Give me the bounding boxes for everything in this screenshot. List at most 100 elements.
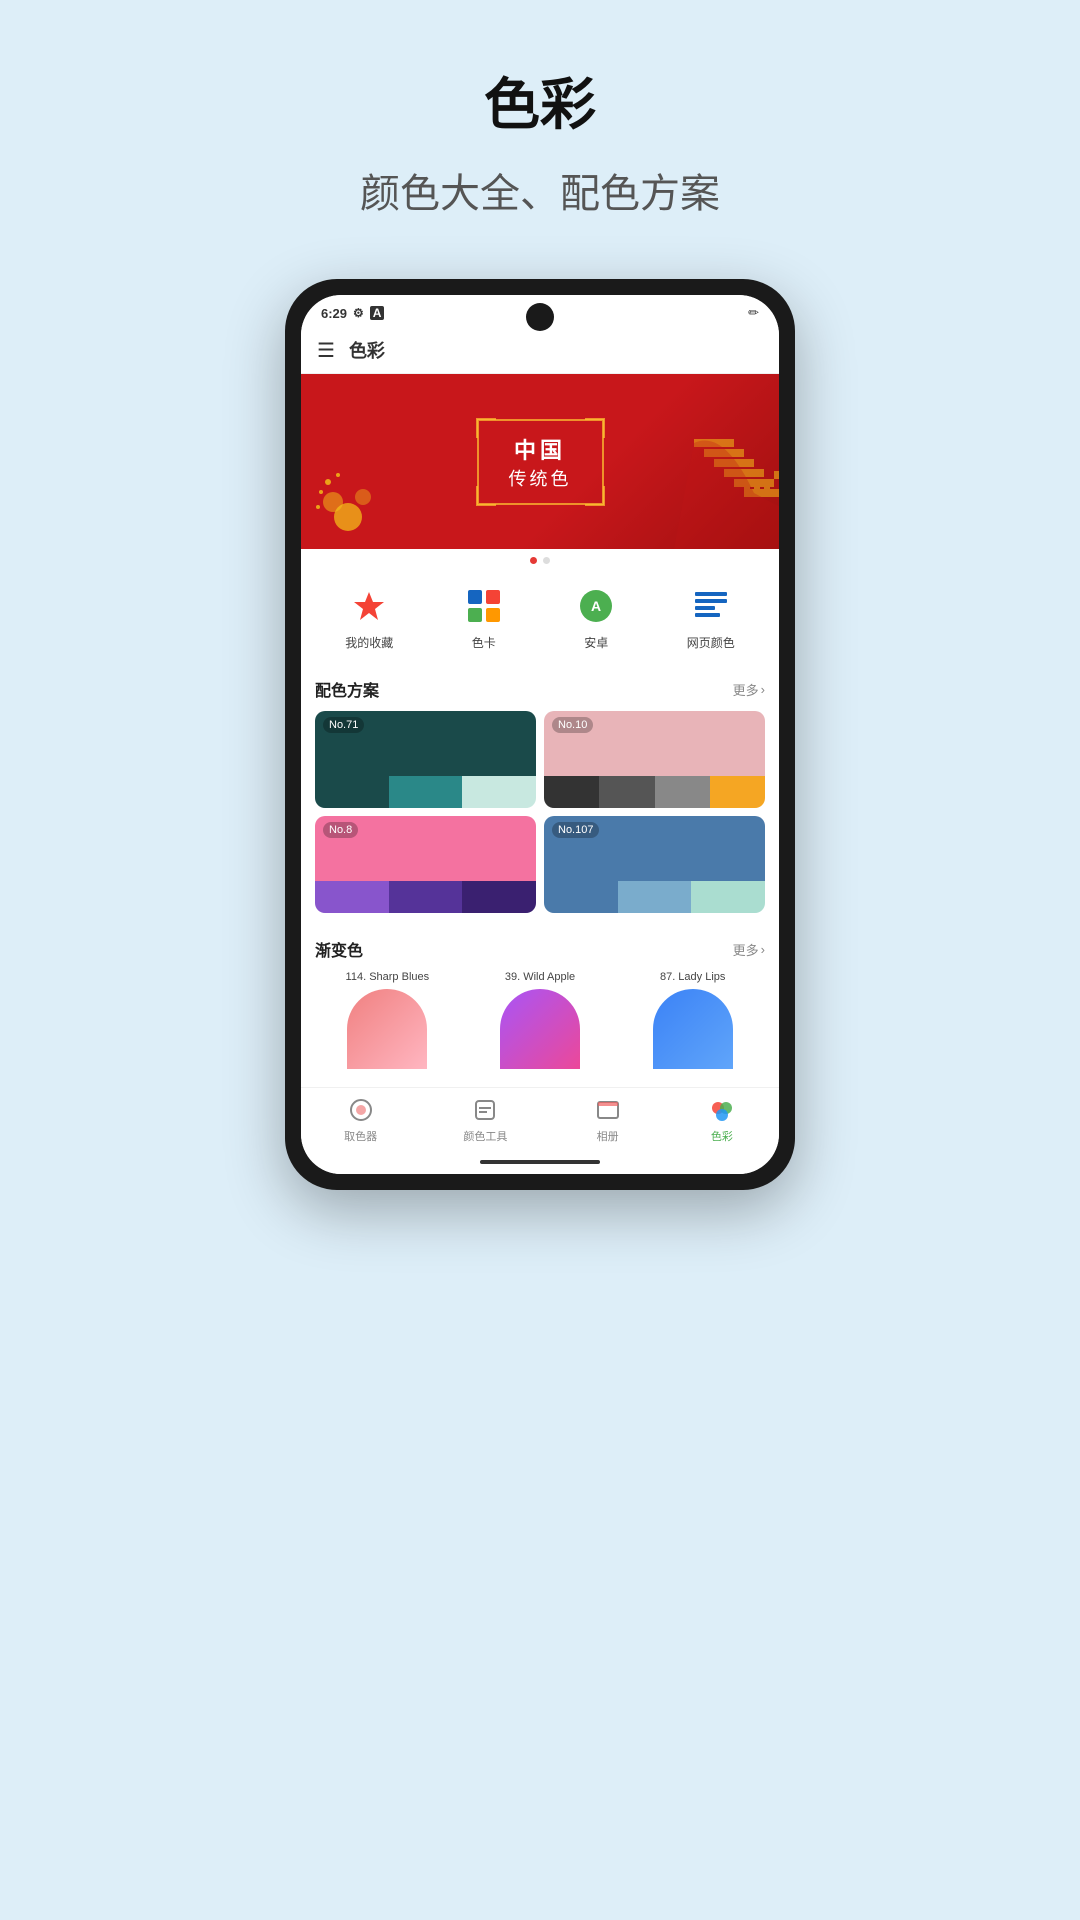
palette-swatch bbox=[710, 776, 765, 808]
favorites-label: 我的收藏 bbox=[345, 634, 393, 651]
page-subtitle: 颜色大全、配色方案 bbox=[360, 161, 720, 219]
chevron-right-icon-2: › bbox=[761, 942, 765, 957]
gradient-section-header: 渐变色 更多 › bbox=[315, 937, 765, 961]
palette-swatch bbox=[315, 776, 389, 808]
favorites-icon bbox=[347, 584, 391, 628]
color-card-label: 色卡 bbox=[472, 634, 496, 651]
palette-section: 配色方案 更多 › No.71 bbox=[301, 671, 779, 923]
color-card-icon bbox=[462, 584, 506, 628]
phone-frame: 6:29 ⚙ A ✏ ☰ 色彩 bbox=[285, 279, 795, 1190]
gradient-item-87[interactable]: 87. Lady Lips bbox=[620, 971, 765, 1069]
palette-card-8[interactable]: No.8 bbox=[315, 816, 536, 913]
palette-card-10-bottom bbox=[544, 776, 765, 808]
palette-swatch bbox=[389, 881, 463, 913]
gradient-items: 114. Sharp Blues 39. Wild Apple 87. Lady… bbox=[315, 971, 765, 1069]
notch bbox=[526, 303, 554, 331]
status-right: ✏ bbox=[748, 305, 759, 321]
palette-card-10[interactable]: No.10 bbox=[544, 711, 765, 808]
a-icon: A bbox=[370, 306, 385, 320]
palette-grid: No.71 No.10 bbox=[315, 711, 765, 913]
gradient-39-name: 39. Wild Apple bbox=[505, 971, 575, 983]
palette-swatch bbox=[691, 881, 765, 913]
color-picker-nav-icon bbox=[347, 1096, 375, 1124]
album-nav-icon bbox=[594, 1096, 622, 1124]
nav-label-colors: 色彩 bbox=[711, 1128, 733, 1144]
status-bar: 6:29 ⚙ A ✏ bbox=[301, 295, 779, 327]
banner-border: 中国 传统色 bbox=[477, 419, 604, 505]
gradient-39-circle bbox=[500, 989, 580, 1069]
palette-swatch bbox=[544, 776, 599, 808]
gradient-87-circle bbox=[653, 989, 733, 1069]
nav-label-color-tools: 颜色工具 bbox=[463, 1128, 507, 1144]
nav-item-color-tools[interactable]: 颜色工具 bbox=[463, 1096, 507, 1144]
palette-card-71-label: No.71 bbox=[323, 717, 364, 733]
gradient-section-title: 渐变色 bbox=[315, 937, 363, 961]
home-indicator bbox=[301, 1150, 779, 1174]
palette-card-8-bottom bbox=[315, 881, 536, 913]
svg-text:A: A bbox=[591, 598, 601, 614]
dot-2[interactable] bbox=[543, 557, 550, 564]
gradient-more-button[interactable]: 更多 › bbox=[733, 940, 765, 959]
web-colors-icon bbox=[689, 584, 733, 628]
palette-swatch bbox=[599, 776, 654, 808]
palette-card-107[interactable]: No.107 bbox=[544, 816, 765, 913]
banner-line2: 传统色 bbox=[509, 465, 572, 491]
gradient-114-name: 114. Sharp Blues bbox=[346, 971, 430, 983]
banner[interactable]: 中国 传统色 bbox=[301, 374, 779, 549]
nav-item-colors[interactable]: 色彩 bbox=[708, 1096, 736, 1144]
gradient-more-label: 更多 bbox=[733, 940, 759, 959]
palette-card-71-bottom bbox=[315, 776, 536, 808]
banner-dots bbox=[301, 549, 779, 568]
app-bar: ☰ 色彩 bbox=[301, 327, 779, 374]
android-icon: A bbox=[574, 584, 618, 628]
web-colors-label: 网页颜色 bbox=[687, 634, 735, 651]
palette-card-107-label: No.107 bbox=[552, 822, 599, 838]
color-tools-nav-icon bbox=[471, 1096, 499, 1124]
menu-icon[interactable]: ☰ bbox=[317, 338, 335, 363]
nav-label-color-picker: 取色器 bbox=[344, 1128, 377, 1144]
signal-icon: ✏ bbox=[748, 305, 759, 320]
dot-1[interactable] bbox=[530, 557, 537, 564]
nav-item-album[interactable]: 相册 bbox=[594, 1096, 622, 1144]
android-label: 安卓 bbox=[584, 634, 608, 651]
palette-card-8-label: No.8 bbox=[323, 822, 358, 838]
home-bar bbox=[480, 1160, 600, 1164]
quick-item-color-card[interactable]: 色卡 bbox=[462, 584, 506, 651]
status-left: 6:29 ⚙ A bbox=[321, 306, 384, 321]
quick-item-web-colors[interactable]: 网页颜色 bbox=[687, 584, 735, 651]
palette-swatch bbox=[544, 881, 618, 913]
page-title: 色彩 bbox=[484, 60, 596, 141]
banner-content: 中国 传统色 bbox=[477, 419, 604, 505]
nav-label-album: 相册 bbox=[597, 1128, 619, 1144]
palette-swatch bbox=[655, 776, 710, 808]
palette-card-107-bottom bbox=[544, 881, 765, 913]
quick-item-favorites[interactable]: 我的收藏 bbox=[345, 584, 393, 651]
settings-icon: ⚙ bbox=[353, 306, 364, 320]
app-bar-title: 色彩 bbox=[349, 337, 385, 363]
status-time: 6:29 bbox=[321, 306, 347, 321]
gradient-item-39[interactable]: 39. Wild Apple bbox=[468, 971, 613, 1069]
colors-nav-icon bbox=[708, 1096, 736, 1124]
quick-item-android[interactable]: A 安卓 bbox=[574, 584, 618, 651]
great-wall-icon bbox=[674, 409, 779, 549]
palette-swatch bbox=[389, 776, 463, 808]
banner-line1: 中国 bbox=[509, 433, 572, 465]
palette-swatch bbox=[618, 881, 692, 913]
bottom-nav: 取色器 颜色工具 bbox=[301, 1087, 779, 1150]
gradient-item-114[interactable]: 114. Sharp Blues bbox=[315, 971, 460, 1069]
palette-swatch bbox=[462, 881, 536, 913]
gradient-section: 渐变色 更多 › 114. Sharp Blues 39. Wild Apple… bbox=[301, 931, 779, 1079]
palette-swatch bbox=[462, 776, 536, 808]
palette-more-label: 更多 bbox=[733, 680, 759, 699]
palette-swatch bbox=[315, 881, 389, 913]
gradient-87-name: 87. Lady Lips bbox=[660, 971, 725, 983]
chevron-right-icon: › bbox=[761, 682, 765, 697]
fireworks-icon bbox=[313, 467, 383, 537]
palette-more-button[interactable]: 更多 › bbox=[733, 680, 765, 699]
nav-item-color-picker[interactable]: 取色器 bbox=[344, 1096, 377, 1144]
palette-section-header: 配色方案 更多 › bbox=[315, 677, 765, 701]
palette-card-71[interactable]: No.71 bbox=[315, 711, 536, 808]
phone-screen: 6:29 ⚙ A ✏ ☰ 色彩 bbox=[301, 295, 779, 1174]
quick-menu: 我的收藏 色卡 A bbox=[301, 568, 779, 663]
gradient-114-circle bbox=[347, 989, 427, 1069]
